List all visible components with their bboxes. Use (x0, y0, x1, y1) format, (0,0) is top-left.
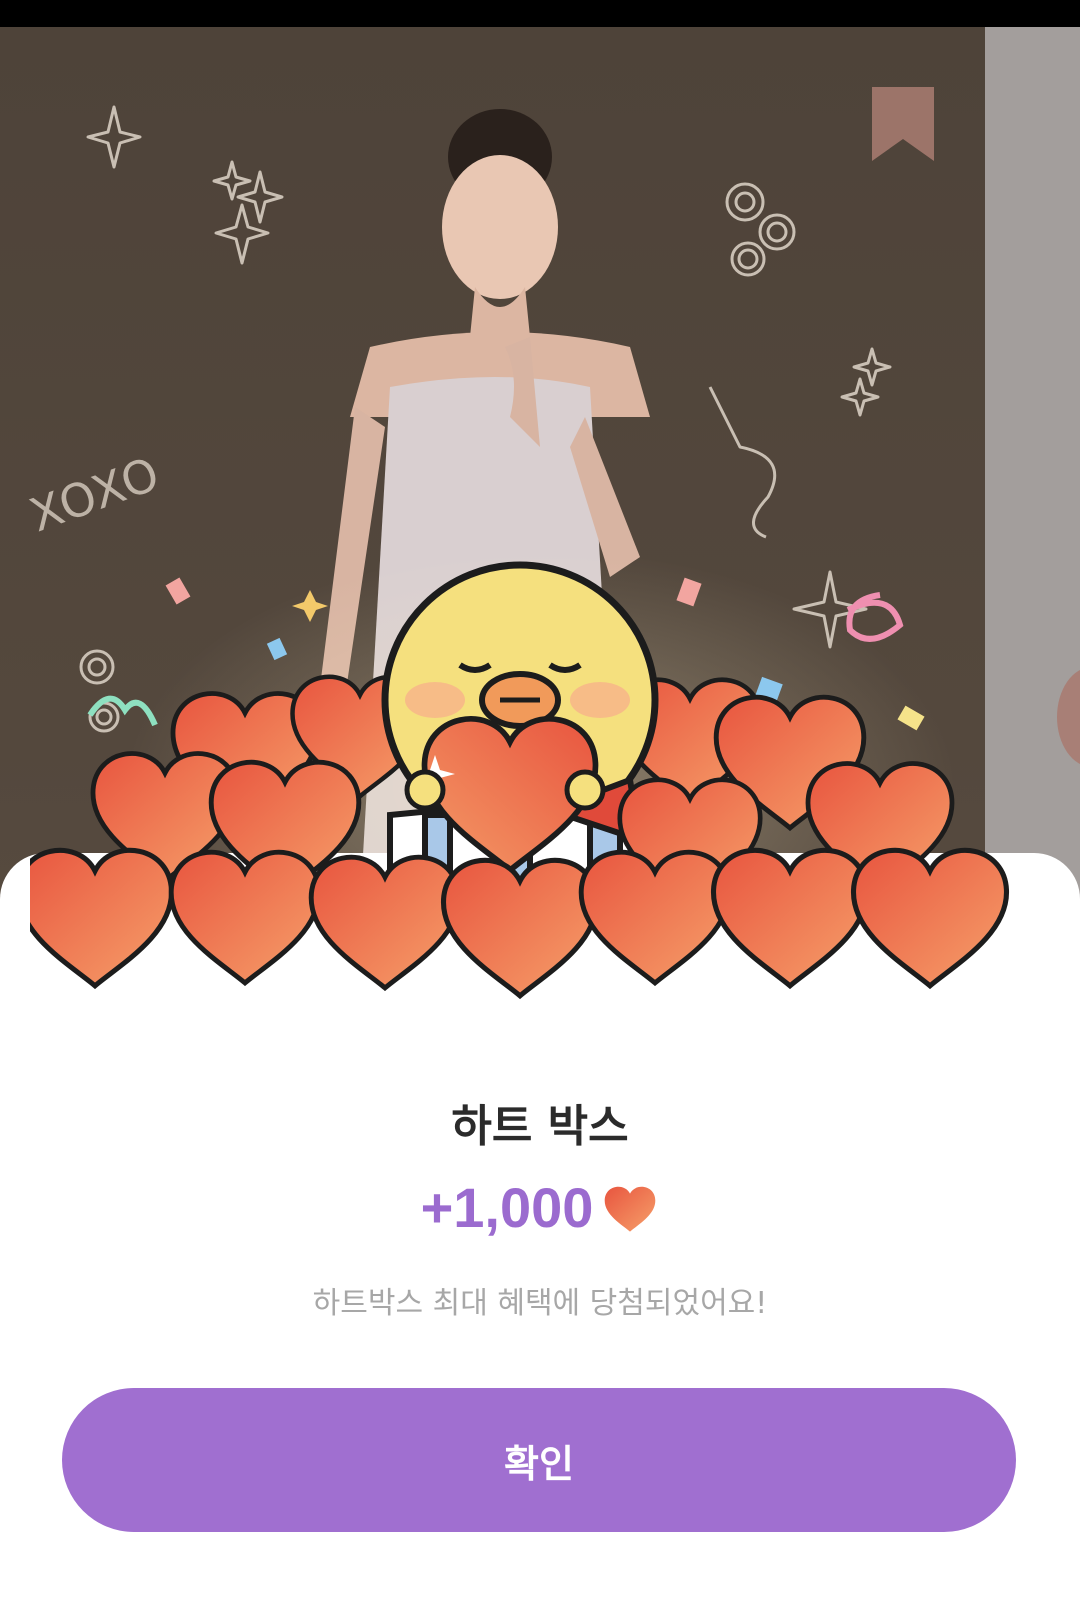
heart-box-illustration (30, 561, 1050, 1040)
reward-row: +1,000 (0, 1172, 1080, 1242)
status-bar (0, 0, 1080, 27)
heart-icon (605, 1186, 656, 1232)
screen: XOXO 하트 박스 +1,000 하트박스 최대 혜택에 당첨되었어요! 확인 (0, 0, 1080, 1611)
reward-message: 하트박스 최대 혜택에 당첨되었어요! (312, 1286, 768, 1321)
reward-amount: +1,000 (420, 1175, 594, 1239)
popup-title: 하트 박스 (451, 1101, 629, 1152)
confirm-button[interactable]: 확인 (62, 1388, 1016, 1532)
